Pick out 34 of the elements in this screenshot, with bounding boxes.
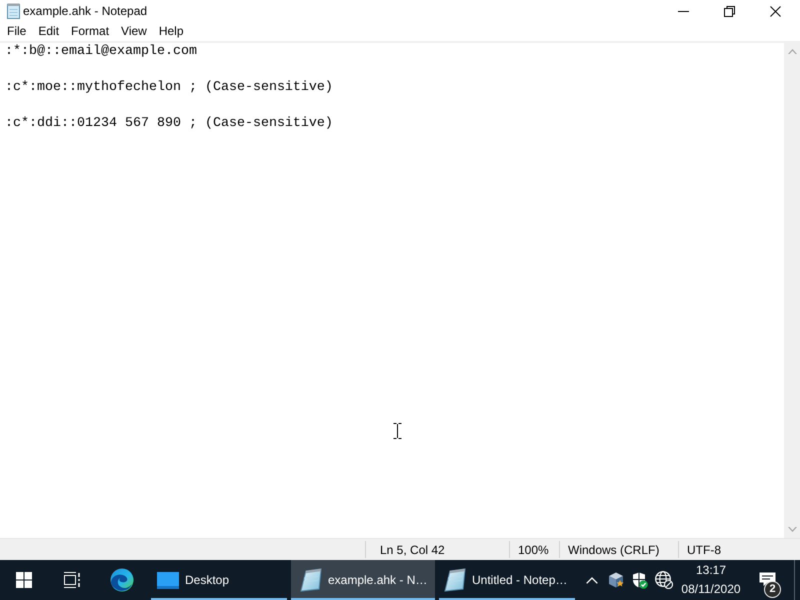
notepad-icon [443,568,467,592]
close-icon[interactable] [770,6,780,16]
minimize-icon[interactable] [678,10,688,12]
notepad-icon [299,568,323,592]
text-line: :*:b@::email@example.com [5,43,197,61]
menu-item[interactable]: File [1,22,32,41]
windows-logo-icon[interactable] [16,572,32,588]
shield-check-icon[interactable] [632,572,648,588]
cube-icon[interactable] [608,572,624,588]
clock-time[interactable]: 13:17 [696,561,726,580]
text-encoding: UTF-8 [687,542,721,556]
menu-item[interactable]: Help [152,22,190,41]
line-ending: Windows (CRLF) [568,542,660,556]
menu-item[interactable]: View [115,22,153,41]
taskbar-button[interactable]: Untitled - Notep… [435,560,579,600]
zoom-level: 100% [518,542,549,556]
taskbar-button[interactable]: example.ahk - N… [291,560,435,600]
menu-item[interactable]: Format [65,22,116,41]
menu-item[interactable]: Edit [32,22,66,41]
globe-icon[interactable] [655,571,673,589]
text-line: :c*:ddi::01234 567 890 ; (Case-sensitive) [5,115,333,133]
text-line: :c*:moe::mythofechelon ; (Case-sensitive) [5,79,333,97]
browser-icon[interactable] [110,568,134,592]
screen-icon [157,572,179,588]
window-title: example.ahk - Notepad [23,4,148,18]
taskbar-button[interactable]: Desktop [147,560,291,600]
task-view-icon[interactable] [63,572,81,588]
notification-badge: 2 [764,581,781,598]
restore-icon[interactable] [724,6,734,16]
clock-date[interactable]: 08/11/2020 [681,580,741,599]
notepad-icon [7,3,20,19]
chevron-up-icon[interactable] [586,576,598,584]
cursor-position: Ln 5, Col 42 [380,542,445,556]
text-cursor-icon [393,423,402,439]
